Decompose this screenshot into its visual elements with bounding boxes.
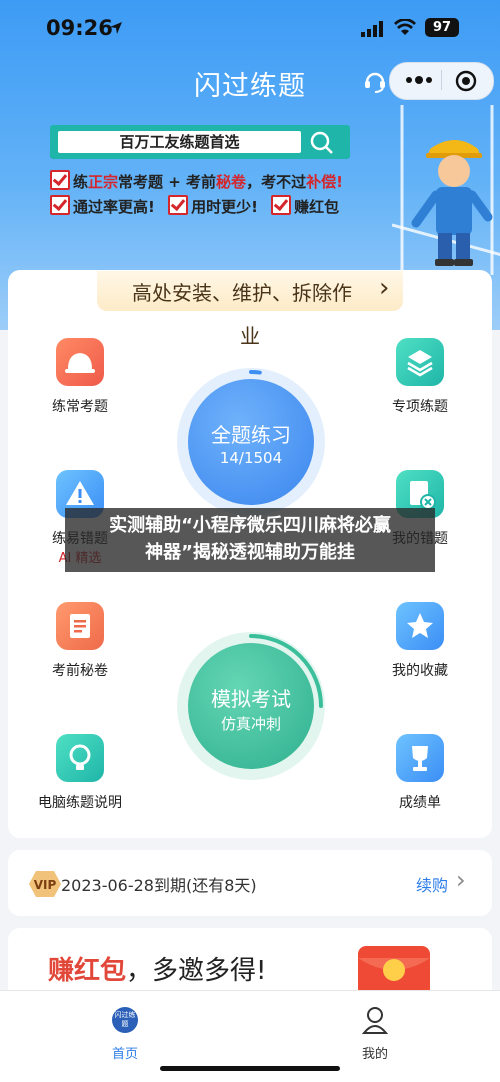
overlay-text: 实测辅助“小程序微乐四川麻将必赢 神器”揭秘透视辅助万能挂 — [109, 515, 391, 563]
banner-line-2: 通过率更高! 用时更少! 赚红包 — [50, 195, 339, 217]
practice-title: 全题练习 — [211, 423, 291, 447]
search-icon[interactable] — [308, 129, 334, 155]
check-icon — [271, 195, 292, 215]
customer-service-icon[interactable] — [362, 68, 388, 94]
banner-line-1: 练正宗常考题 + 考前秘卷，考不过补偿! — [50, 170, 343, 192]
promo-text: 赚红包，多邀多得! — [48, 956, 267, 986]
tile-label: 考前秘卷 — [52, 663, 108, 679]
home-logo-icon: 闪过练题 — [112, 1007, 138, 1033]
home-indicator — [160, 1066, 340, 1071]
construction-worker-illustration — [392, 105, 500, 275]
status-time: 09:26 — [46, 16, 113, 40]
tab-mine-label: 我的 — [361, 1047, 388, 1062]
tile-label: 专项练题 — [392, 399, 448, 415]
battery-indicator: 97 — [425, 18, 459, 37]
tile-common-questions[interactable]: 练常考题 — [10, 338, 150, 418]
tile-label: 我的收藏 — [392, 663, 448, 679]
tile-special-practice[interactable]: 专项练题 — [350, 338, 490, 418]
chevron-right-icon: › — [379, 273, 390, 303]
check-icon — [50, 195, 70, 215]
lightbulb-icon — [56, 734, 104, 782]
renew-link[interactable]: 续购 — [416, 872, 448, 896]
tab-bar: 闪过练题 首页 我的 — [0, 990, 500, 1082]
tab-home[interactable]: 闪过练题 首页 — [85, 1003, 165, 1063]
user-profile-icon — [362, 1007, 388, 1034]
practice-progress: 14/1504 — [219, 449, 283, 467]
banner-search-box[interactable]: 百万工友练题首选 — [50, 125, 350, 159]
tile-label: 电脑练题说明 — [38, 795, 122, 811]
signal-icon — [361, 21, 383, 37]
full-practice-button[interactable]: 全题练习 14/1504 — [188, 379, 314, 505]
tile-favorites[interactable]: 我的收藏 — [350, 602, 490, 682]
status-bar: 09:26 97 — [0, 0, 500, 58]
miniprogram-capsule — [389, 62, 494, 100]
tile-label: 成绩单 — [399, 795, 441, 811]
check-icon — [50, 170, 70, 190]
tile-label: 练常考题 — [52, 399, 108, 415]
tile-secret-papers[interactable]: 考前秘卷 — [10, 602, 150, 682]
vip-expiry: 2023-06-28到期(还有8天) — [61, 876, 257, 895]
vip-badge-icon: VIP — [29, 871, 61, 897]
mock-exam-button[interactable]: 模拟考试 仿真冲刺 — [188, 643, 314, 769]
mock-subtitle: 仿真冲刺 — [220, 715, 281, 733]
chevron-right-icon: › — [456, 866, 466, 894]
scroll-icon — [56, 602, 104, 650]
more-dots-icon[interactable] — [404, 72, 434, 88]
category-selector[interactable]: 高处安装、维护、拆除作 › — [97, 271, 403, 311]
wifi-icon — [394, 19, 416, 35]
hard-hat-icon — [56, 338, 104, 386]
tab-home-label: 首页 — [111, 1047, 138, 1062]
star-icon — [396, 602, 444, 650]
tile-computer-instructions[interactable]: 电脑练题说明 — [10, 734, 150, 814]
trophy-icon — [396, 734, 444, 782]
tile-scores[interactable]: 成绩单 — [350, 734, 490, 814]
overlay-caption: 实测辅助“小程序微乐四川麻将必赢 神器”揭秘透视辅助万能挂 — [65, 508, 435, 572]
category-text: 高处安装、维护、拆除作 — [132, 281, 352, 305]
capsule-divider — [441, 70, 442, 90]
mock-title: 模拟考试 — [211, 687, 291, 711]
tab-mine[interactable]: 我的 — [335, 1003, 415, 1063]
check-icon — [168, 195, 189, 215]
location-arrow-icon — [110, 22, 122, 34]
banner-title: 百万工友练题首选 — [58, 131, 301, 153]
svg-text:VIP: VIP — [34, 878, 57, 892]
close-miniprogram-icon[interactable] — [454, 69, 478, 93]
vip-row[interactable]: VIP 2023-06-28到期(还有8天) 续购 › — [8, 850, 492, 916]
layers-icon — [396, 338, 444, 386]
